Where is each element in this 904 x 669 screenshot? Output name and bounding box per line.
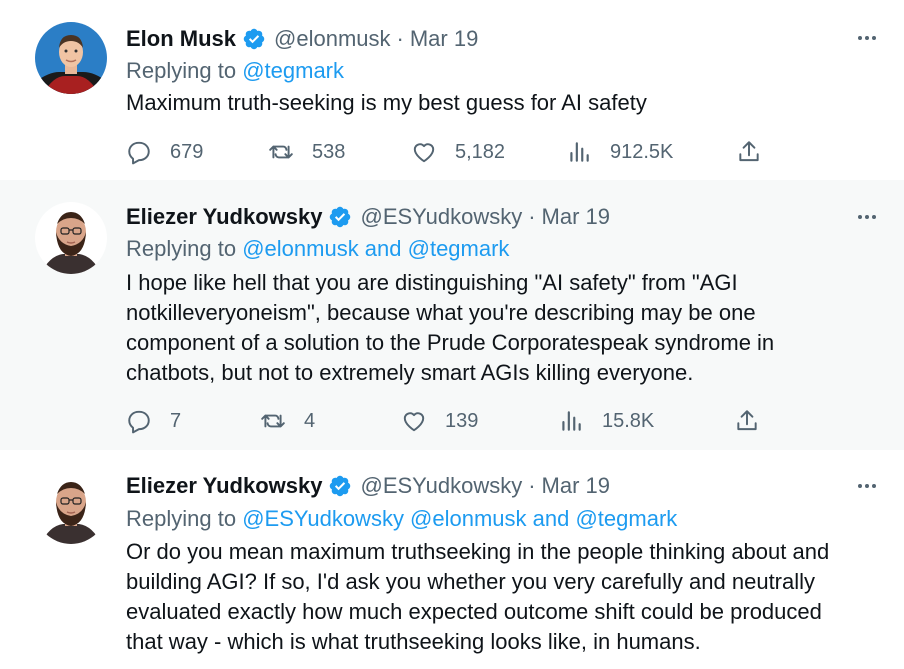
like-icon	[403, 412, 425, 432]
tweet-text-line: chatbots, but not to extremely smart AGI…	[126, 360, 694, 385]
tweet-text-line: I hope like hell that you are distinguis…	[126, 270, 738, 295]
tweet-text-line: building AGI? If so, I'd ask you whether…	[126, 569, 816, 594]
tweet-actions: 679 538 5,182 912.5K	[126, 137, 766, 167]
retweet-icon	[261, 414, 285, 428]
avatar[interactable]	[35, 472, 107, 544]
author-handle[interactable]: @ESYudkowsky	[360, 204, 522, 230]
tweet-header: Elon Musk @elonmusk · Mar 19	[126, 24, 478, 54]
author-name[interactable]: Elon Musk	[126, 26, 236, 52]
verified-badge-icon	[328, 205, 352, 229]
reply-icon	[128, 141, 150, 165]
replying-to-label: Replying to	[126, 506, 237, 531]
reply-mention-link[interactable]: @tegmark	[242, 58, 344, 83]
views-count: 15.8K	[602, 409, 655, 432]
retweet-icon	[269, 145, 293, 159]
tweet[interactable]: Eliezer Yudkowsky @ESYudkowsky · Mar 19 …	[0, 180, 904, 450]
tweet-text: I hope like hell that you are distinguis…	[126, 268, 886, 388]
replying-to-label: Replying to	[126, 236, 237, 261]
like-count: 5,182	[455, 140, 506, 163]
tweet-text: Maximum truth-seeking is my best guess f…	[126, 88, 886, 118]
verified-badge-icon	[328, 474, 352, 498]
tweet-text-line: Or do you mean maximum truthseeking in t…	[126, 539, 830, 564]
more-icon[interactable]	[852, 474, 882, 498]
tweet-text: Or do you mean maximum truthseeking in t…	[126, 537, 886, 657]
views-button[interactable]: 912.5K	[566, 137, 673, 167]
like-count: 139	[445, 409, 479, 432]
more-icon[interactable]	[852, 205, 882, 229]
tweet-actions: 7 4 139 15.8K	[126, 406, 766, 436]
views-icon	[562, 411, 581, 431]
avatar[interactable]	[35, 202, 107, 274]
author-handle[interactable]: @elonmusk	[274, 26, 391, 52]
retweet-button[interactable]: 4	[260, 406, 315, 436]
avatar[interactable]	[35, 22, 107, 94]
tweet-date[interactable]: Mar 19	[410, 26, 478, 52]
retweet-count: 4	[304, 409, 316, 432]
reply-count: 7	[170, 409, 182, 432]
tweet-header: Eliezer Yudkowsky @ESYudkowsky · Mar 19	[126, 202, 610, 232]
tweet-date[interactable]: Mar 19	[542, 473, 610, 499]
tweet-text-line: evaluated exactly how much expected outc…	[126, 599, 822, 624]
like-button[interactable]: 139	[401, 406, 478, 436]
tweet-text-line: Maximum truth-seeking is my best guess f…	[126, 90, 647, 115]
replying-to-label: Replying to	[126, 58, 237, 83]
author-name[interactable]: Eliezer Yudkowsky	[126, 204, 322, 230]
views-count: 912.5K	[610, 140, 674, 163]
like-icon	[413, 143, 435, 163]
conversation-thread: Elon Musk @elonmusk · Mar 19 Replying to…	[0, 0, 904, 669]
replying-to: Replying to @tegmark	[126, 58, 344, 84]
share-button[interactable]	[734, 406, 760, 436]
replying-to: Replying to @ESYudkowsky @elonmusk and @…	[126, 506, 677, 532]
tweet-date[interactable]: Mar 19	[542, 204, 610, 230]
tweet-text-line: component of a solution to the Prude Cor…	[126, 330, 775, 355]
author-handle[interactable]: @ESYudkowsky	[360, 473, 522, 499]
tweet-text-line: notkilleveryoneism", because what you're…	[126, 300, 756, 325]
separator-dot: ·	[396, 26, 404, 51]
reply-count: 679	[170, 140, 204, 163]
reply-mention-link[interactable]: @ESYudkowsky @elonmusk and @tegmark	[242, 506, 677, 531]
retweet-count: 538	[312, 140, 346, 163]
like-button[interactable]: 5,182	[411, 137, 505, 167]
separator-dot: ·	[528, 473, 536, 498]
reply-icon	[128, 410, 150, 434]
separator-dot: ·	[528, 204, 536, 229]
reply-button[interactable]: 679	[126, 137, 203, 167]
more-icon[interactable]	[852, 26, 882, 50]
views-icon	[570, 142, 589, 162]
share-icon	[739, 141, 759, 162]
views-button[interactable]: 15.8K	[558, 406, 654, 436]
retweet-button[interactable]: 538	[268, 137, 345, 167]
verified-badge-icon	[242, 27, 266, 51]
share-icon	[737, 410, 757, 431]
tweet[interactable]: Elon Musk @elonmusk · Mar 19 Replying to…	[0, 0, 904, 180]
tweet-header: Eliezer Yudkowsky @ESYudkowsky · Mar 19	[126, 471, 610, 501]
reply-button[interactable]: 7	[126, 406, 181, 436]
tweet-text-line: that way - which is what truthseeking lo…	[126, 629, 701, 654]
tweet[interactable]: Eliezer Yudkowsky @ESYudkowsky · Mar 19 …	[0, 450, 904, 669]
author-name[interactable]: Eliezer Yudkowsky	[126, 473, 322, 499]
reply-mention-link[interactable]: @elonmusk and @tegmark	[242, 236, 509, 261]
share-button[interactable]	[736, 137, 762, 167]
replying-to: Replying to @elonmusk and @tegmark	[126, 236, 509, 262]
